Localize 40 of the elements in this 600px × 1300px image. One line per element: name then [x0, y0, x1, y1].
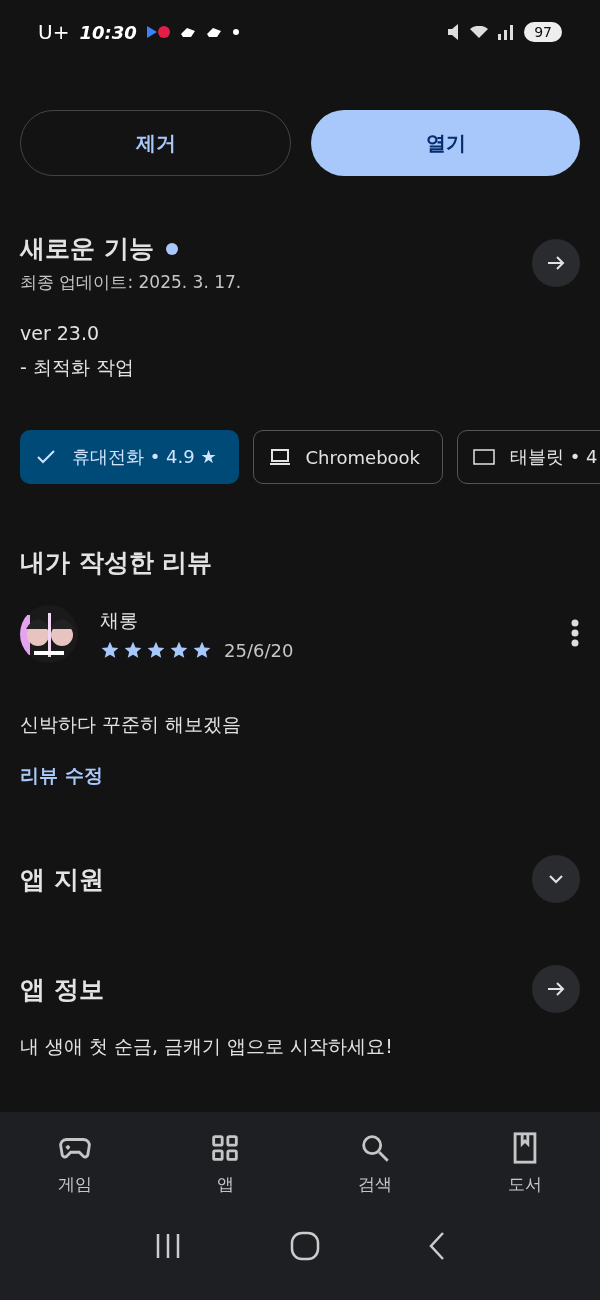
mute-icon: [448, 23, 461, 41]
more-button[interactable]: [532, 239, 580, 287]
device-chip[interactable]: 태블릿 • 4: [457, 430, 600, 484]
section-title: 새로운 기능: [20, 233, 154, 265]
carrier-label: U+: [38, 20, 70, 44]
update-date: 최종 업데이트: 2025. 3. 17.: [20, 271, 242, 294]
device-chip[interactable]: 휴대전화 • 4.9 ★: [20, 430, 239, 484]
media-app-icon: [146, 25, 171, 39]
kebab-icon: [570, 618, 580, 647]
cloud-icon: [206, 26, 223, 38]
star-icon: [192, 640, 212, 660]
wifi-icon: [470, 26, 489, 38]
nav-tab[interactable]: 도서: [470, 1130, 580, 1197]
star-icon: [146, 640, 166, 660]
nav-tab[interactable]: 앱: [170, 1130, 280, 1197]
nav-tab[interactable]: 게임: [20, 1130, 130, 1197]
signal-icon: [498, 24, 515, 40]
more-button[interactable]: [532, 965, 580, 1013]
star-icon: [123, 640, 143, 660]
battery-indicator: 97: [524, 22, 562, 42]
review-text: 신박하다 꾸준히 해보겠음: [20, 712, 242, 737]
section-title: 앱 지원: [20, 863, 104, 896]
device-chip[interactable]: Chromebook: [252, 430, 444, 484]
release-note: ver 23.0: [20, 321, 100, 346]
star-icon: [100, 640, 120, 660]
reviewer-name: 채롱: [100, 607, 139, 633]
open-button[interactable]: 열기: [311, 110, 580, 176]
review-date: 25/6/20: [224, 639, 294, 661]
nav-tab[interactable]: 검색: [320, 1130, 430, 1197]
release-note: - 최적화 작업: [20, 355, 134, 380]
dot-icon: [232, 29, 239, 35]
star-icon: [169, 640, 189, 660]
section-title: 앱 정보: [20, 973, 104, 1006]
edit-review-link[interactable]: 리뷰 수정: [20, 763, 103, 789]
app-description: 내 생애 첫 순금, 금캐기 앱으로 시작하세요!: [20, 1034, 393, 1059]
cloud-icon: [180, 26, 197, 38]
new-dot-icon: [165, 242, 178, 255]
home-icon[interactable]: [290, 1231, 320, 1261]
section-title: 내가 작성한 리뷰: [20, 547, 213, 579]
clock: 10:30: [79, 21, 137, 43]
